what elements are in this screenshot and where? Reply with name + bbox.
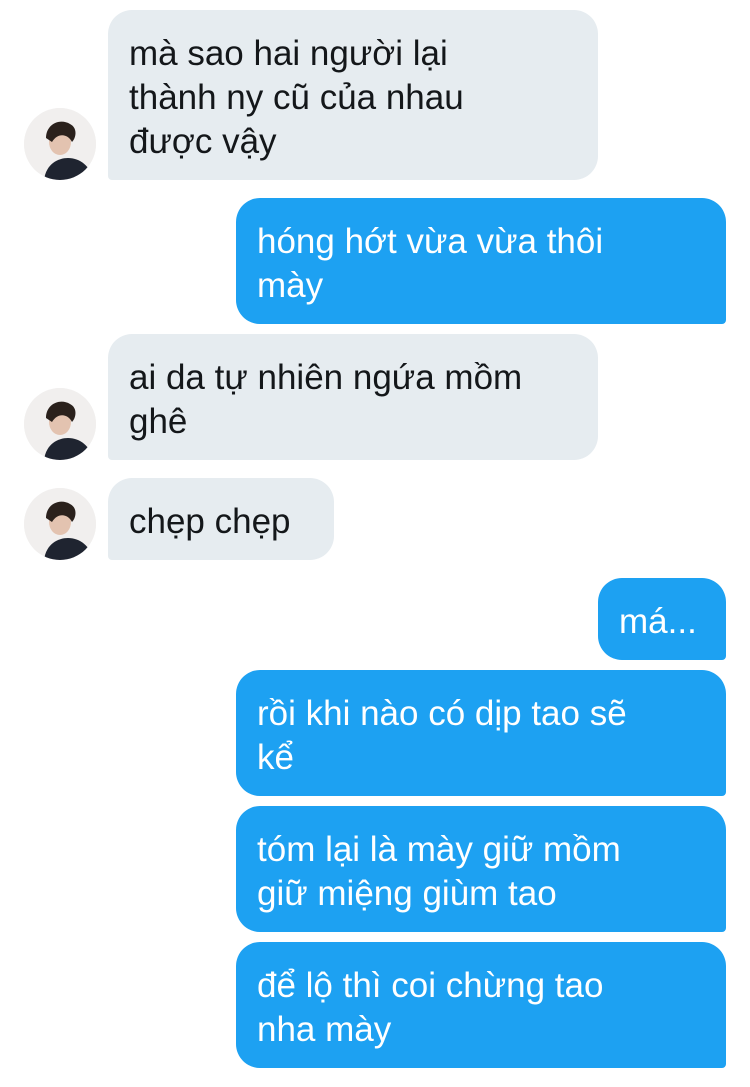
chat-thread: mà sao hai người lại thành ny cũ của nha… bbox=[0, 0, 750, 1087]
contact-avatar[interactable] bbox=[24, 488, 96, 560]
outgoing-message-bubble[interactable]: tóm lại là mày giữ mồm giữ miệng giùm ta… bbox=[236, 806, 726, 932]
user-avatar-icon bbox=[24, 388, 96, 460]
outgoing-message-bubble[interactable]: để lộ thì coi chừng tao nha mày bbox=[236, 942, 726, 1068]
contact-avatar[interactable] bbox=[24, 108, 96, 180]
user-avatar-icon bbox=[24, 108, 96, 180]
incoming-message-bubble[interactable]: ai da tự nhiên ngứa mồm ghê bbox=[108, 334, 598, 460]
incoming-message-bubble[interactable]: mà sao hai người lại thành ny cũ của nha… bbox=[108, 10, 598, 180]
outgoing-message-bubble[interactable]: rồi khi nào có dịp tao sẽ kể bbox=[236, 670, 726, 796]
incoming-message-bubble[interactable]: chẹp chẹp bbox=[108, 478, 334, 560]
contact-avatar[interactable] bbox=[24, 388, 96, 460]
outgoing-message-bubble[interactable]: hóng hớt vừa vừa thôi mày bbox=[236, 198, 726, 324]
user-avatar-icon bbox=[24, 488, 96, 560]
outgoing-message-bubble[interactable]: má... bbox=[598, 578, 726, 660]
